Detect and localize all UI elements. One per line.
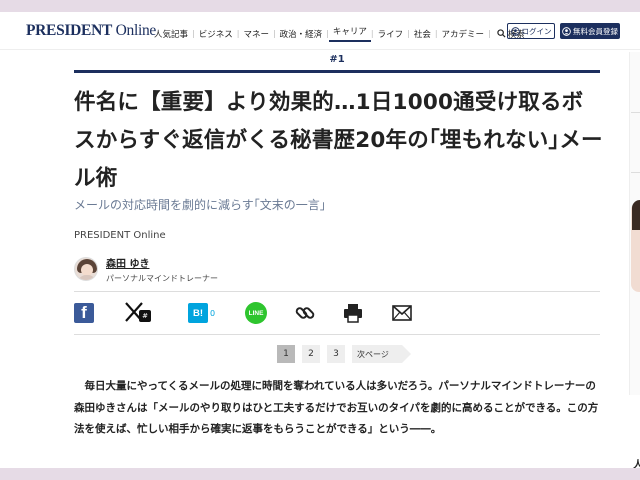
article-lead: 毎日大量にやってくるメールの処理に時間を奪われている人は多いだろう。パーソナルマ… <box>74 380 599 435</box>
author-name[interactable]: 森田 ゆき <box>106 255 218 270</box>
top-band <box>0 0 640 12</box>
ad-divider <box>631 112 640 113</box>
print-icon <box>344 304 362 323</box>
link-icon <box>295 307 315 319</box>
line-icon: LINE <box>245 302 267 324</box>
nav-career[interactable]: キャリア <box>328 25 371 42</box>
nav-business[interactable]: ビジネス <box>195 28 237 40</box>
main-nav: 人気記事 | ビジネス | マネー | 政治・経済 | キャリア | ライフ |… <box>150 25 525 42</box>
login-button[interactable]: ログイン <box>507 23 555 39</box>
mail-icon <box>392 305 412 321</box>
nav-politics-economy[interactable]: 政治・経済 <box>276 28 327 40</box>
author-info: 森田 ゆき パーソナルマインドトレーナー <box>106 255 218 284</box>
user-icon <box>510 26 520 36</box>
line-share-button[interactable]: LINE <box>245 302 267 324</box>
nav-life[interactable]: ライフ <box>374 28 408 40</box>
page-link-2[interactable]: 2 <box>302 345 320 363</box>
hatebu-share-button[interactable]: B! 0 <box>188 302 215 324</box>
user-icon <box>562 26 571 36</box>
hatebu-icon: B! <box>188 303 208 323</box>
title-rule <box>74 70 600 73</box>
bottom-band <box>0 468 640 480</box>
logo-text: PRESIDENT <box>26 22 113 39</box>
nav-popular[interactable]: 人気記事 <box>150 28 192 40</box>
page-link-1[interactable]: 1 <box>277 345 295 363</box>
ad-divider <box>631 172 640 173</box>
login-label: ログイン <box>521 26 552 36</box>
copy-link-button[interactable] <box>294 302 316 324</box>
ad-image-hair <box>632 200 640 230</box>
signup-label: 無料会員登録 <box>573 26 618 36</box>
author-block: 森田 ゆき パーソナルマインドトレーナー <box>74 254 218 284</box>
mail-share-button[interactable] <box>391 302 413 324</box>
side-ad[interactable] <box>629 52 640 395</box>
pagination: 1 2 3 次ページ <box>277 345 411 363</box>
share-bar: f # B! 0 LINE <box>74 291 600 335</box>
nav-money[interactable]: マネー <box>239 28 273 40</box>
article-subtitle: メールの対応時間を劇的に減らす｢文末の一言｣ <box>74 198 326 212</box>
facebook-icon[interactable]: f <box>74 303 94 323</box>
avatar <box>74 257 98 281</box>
nav-academy[interactable]: アカデミー <box>438 28 489 40</box>
search-icon <box>497 29 506 38</box>
author-role: パーソナルマインドトレーナー <box>106 273 218 283</box>
next-page-button[interactable]: 次ページ <box>352 345 411 363</box>
page-link-3[interactable]: 3 <box>327 345 345 363</box>
print-button[interactable] <box>342 302 364 324</box>
article-title: 件名に【重要】より効果的…1日1000通受け取るボスからすぐ返信がくる秘書歴20… <box>74 90 603 191</box>
hatebu-count: 0 <box>210 308 216 318</box>
article-source: PRESIDENT Online <box>74 230 166 241</box>
nav-society[interactable]: 社会 <box>410 28 435 40</box>
site-header: PRESIDENT Online 人気記事 | ビジネス | マネー | 政治・… <box>0 12 640 50</box>
nav-separator: | <box>488 29 491 38</box>
site-logo[interactable]: PRESIDENT Online <box>26 22 156 40</box>
x-share-button[interactable]: # <box>123 300 155 326</box>
signup-button[interactable]: 無料会員登録 <box>560 23 620 39</box>
side-ad-text: 人 <box>633 460 640 468</box>
series-issue: #1 <box>329 54 345 65</box>
x-badge: # <box>139 310 151 322</box>
page: PRESIDENT Online 人気記事 | ビジネス | マネー | 政治・… <box>0 12 640 468</box>
